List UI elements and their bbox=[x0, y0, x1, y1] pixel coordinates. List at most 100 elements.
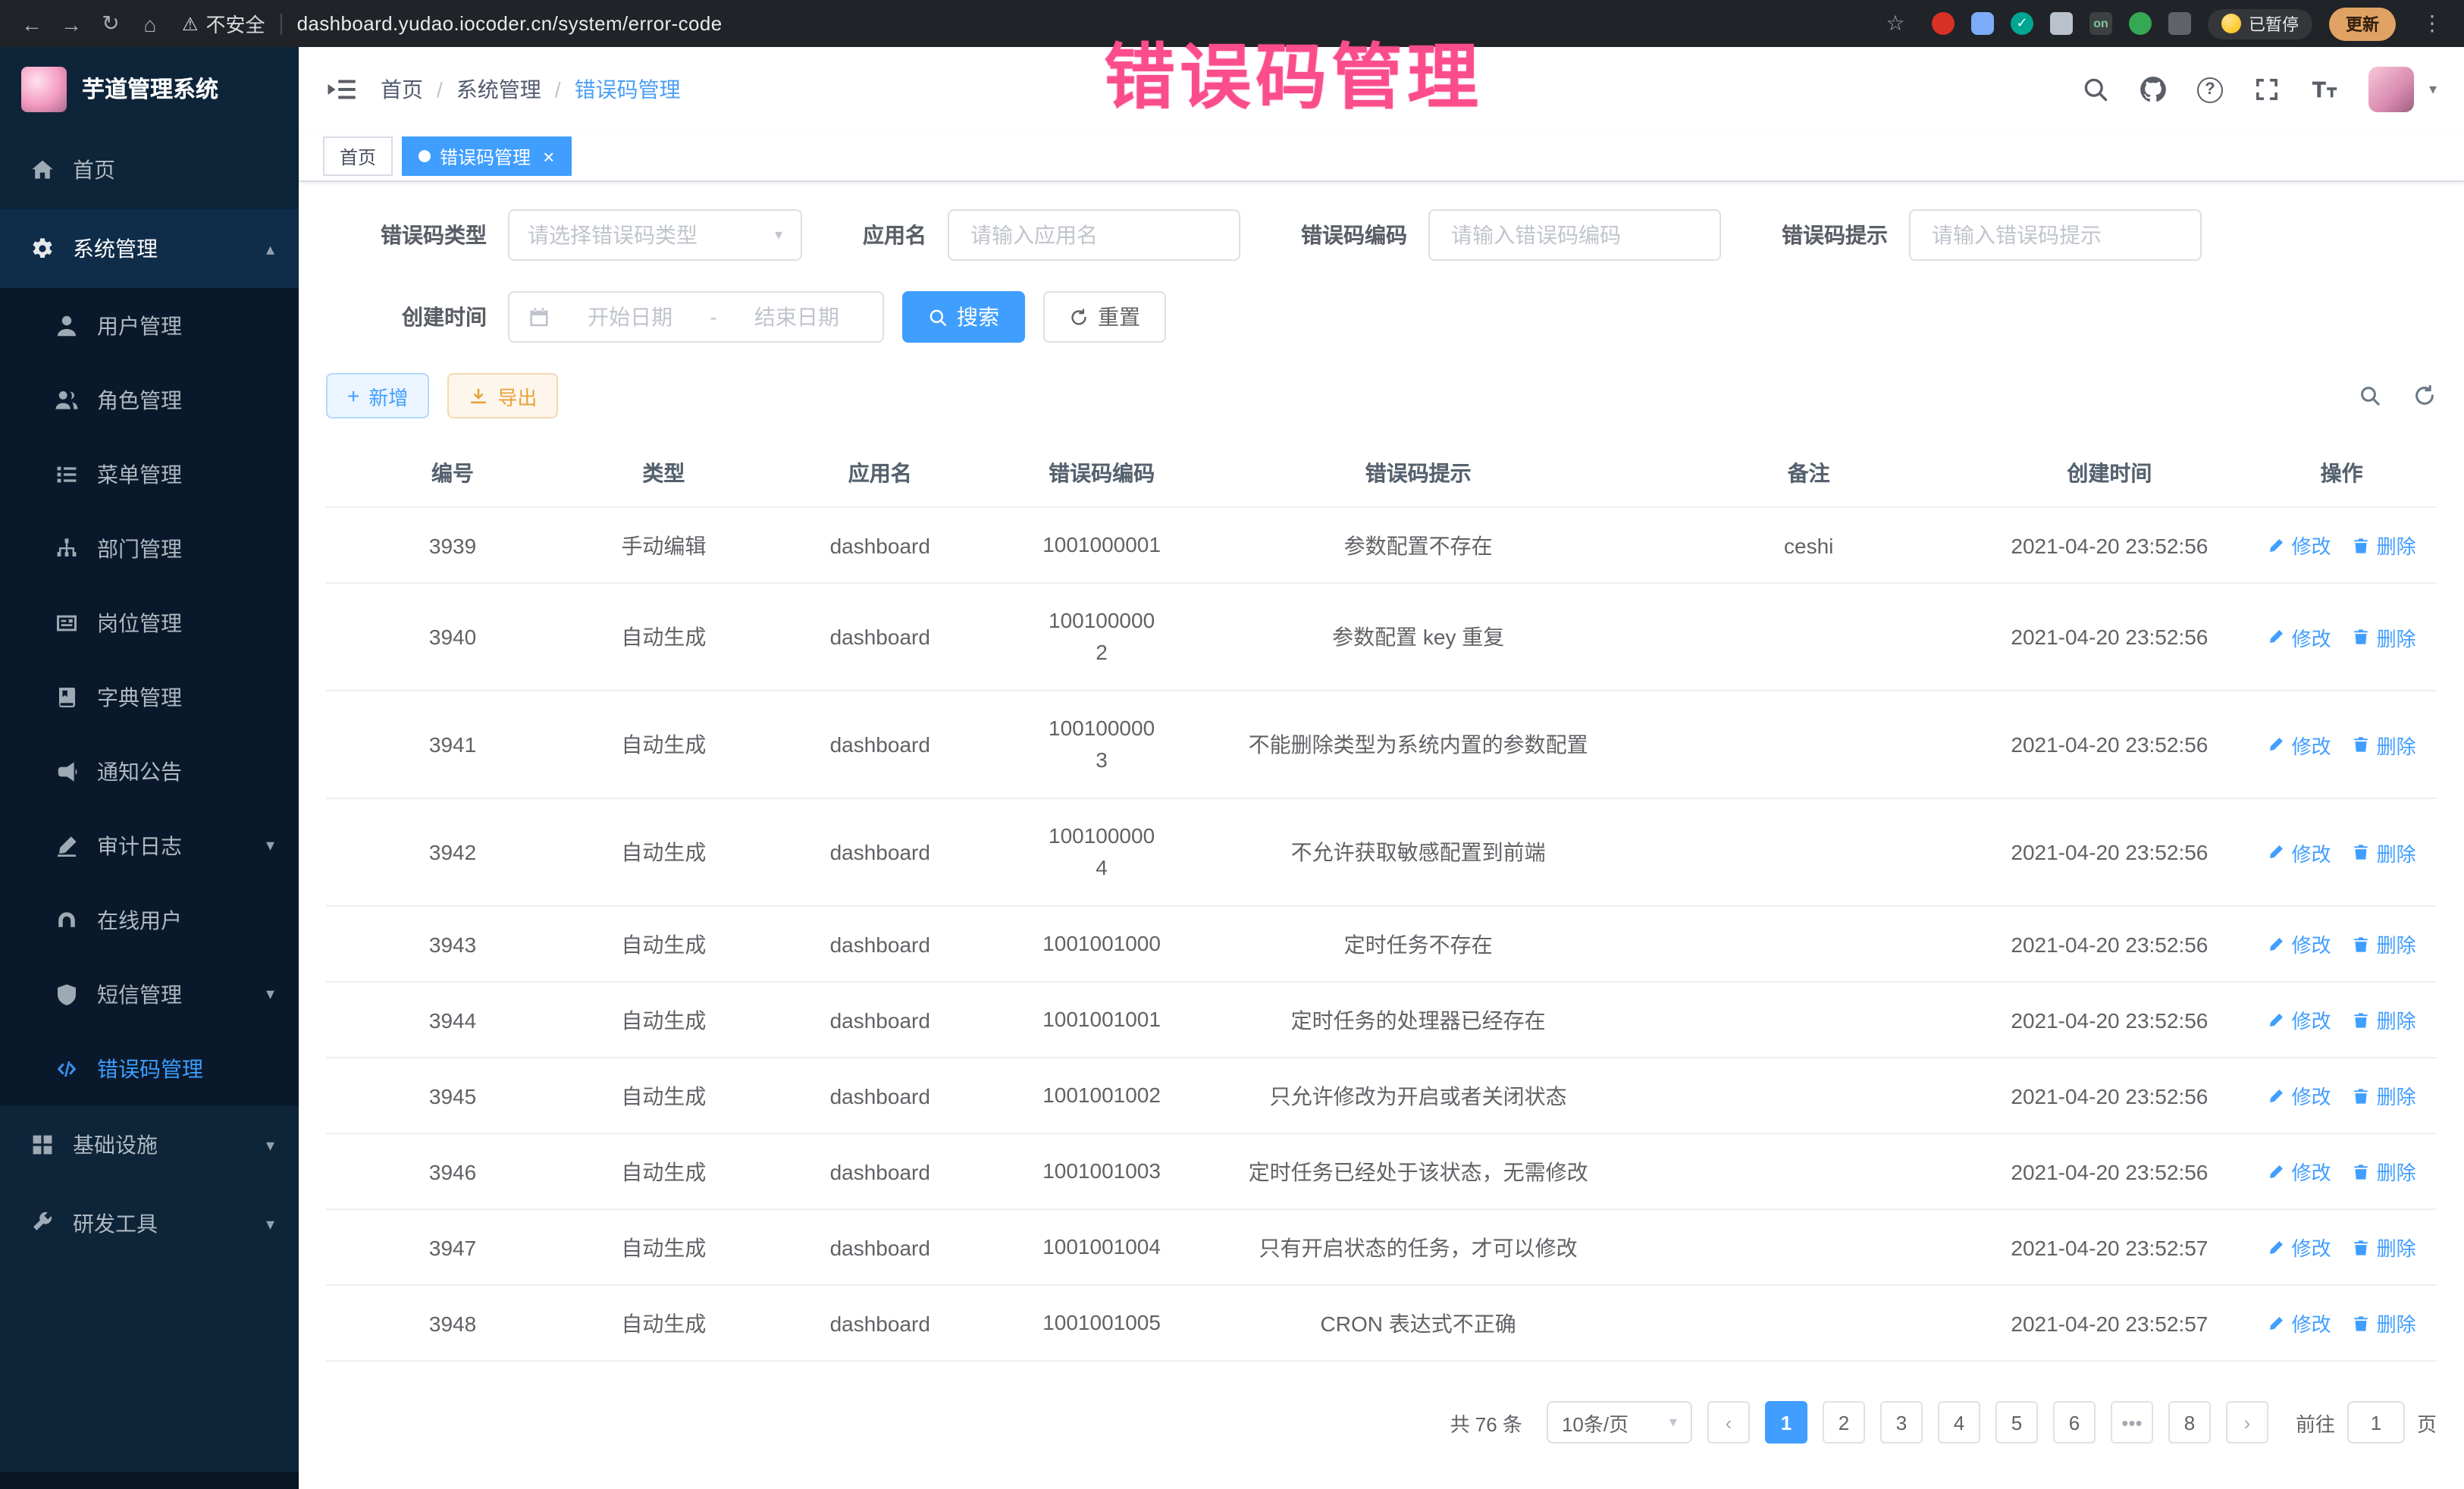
delete-link[interactable]: 删除 bbox=[2353, 1233, 2416, 1262]
sidebar-item-sms[interactable]: 短信管理▾ bbox=[0, 957, 299, 1031]
row-code: 1001001002 bbox=[1012, 1058, 1192, 1133]
edit-link[interactable]: 修改 bbox=[2268, 929, 2331, 958]
add-button[interactable]: + 新增 bbox=[326, 373, 429, 418]
browser-reload-icon[interactable]: ↻ bbox=[91, 11, 130, 36]
address-bar[interactable]: dashboard.yudao.iocoder.cn/system/error-… bbox=[297, 12, 723, 35]
row-app: dashboard bbox=[748, 1209, 1012, 1285]
next-page-button[interactable]: › bbox=[2226, 1401, 2268, 1444]
font-size-icon[interactable] bbox=[2311, 76, 2338, 103]
github-icon[interactable] bbox=[2140, 76, 2167, 103]
row-time: 2021-04-20 23:52:56 bbox=[1972, 982, 2246, 1058]
avatar-caret-icon[interactable]: ▾ bbox=[2429, 81, 2437, 98]
delete-link[interactable]: 删除 bbox=[2353, 622, 2416, 651]
page-button-3[interactable]: 3 bbox=[1880, 1401, 1923, 1444]
sidebar-item-label: 系统管理 bbox=[73, 234, 158, 264]
edit-link[interactable]: 修改 bbox=[2268, 1309, 2331, 1337]
sidebar-item-audit[interactable]: 审计日志▾ bbox=[0, 808, 299, 882]
sidebar-item-user[interactable]: 用户管理 bbox=[0, 288, 299, 362]
delete-link[interactable]: 删除 bbox=[2353, 1005, 2416, 1034]
browser-back-icon[interactable]: ← bbox=[12, 11, 52, 36]
browser-menu-kebab-icon[interactable]: ⋮ bbox=[2412, 11, 2452, 36]
sidebar-item-system[interactable]: 系统管理▴ bbox=[0, 209, 299, 288]
app-logo[interactable]: 芋道管理系统 bbox=[0, 47, 299, 130]
sidebar-item-post[interactable]: 岗位管理 bbox=[0, 585, 299, 660]
delete-label: 删除 bbox=[2377, 1005, 2416, 1034]
page-button-4[interactable]: 4 bbox=[1938, 1401, 1980, 1444]
edit-link[interactable]: 修改 bbox=[2268, 1157, 2331, 1186]
fullscreen-icon[interactable] bbox=[2253, 76, 2281, 103]
edit-label: 修改 bbox=[2292, 1309, 2331, 1337]
page-button-8[interactable]: 8 bbox=[2168, 1401, 2211, 1444]
sidebar-item-devtools[interactable]: 研发工具▾ bbox=[0, 1184, 299, 1263]
sidebar-toggle-icon[interactable] bbox=[326, 74, 356, 105]
page-button-1[interactable]: 1 bbox=[1765, 1401, 1807, 1444]
sidebar-item-notice[interactable]: 通知公告 bbox=[0, 734, 299, 808]
edit-link[interactable]: 修改 bbox=[2268, 730, 2331, 759]
extension-on-badge-icon[interactable]: on bbox=[2089, 12, 2112, 35]
edit-link[interactable]: 修改 bbox=[2268, 1081, 2331, 1110]
extension-icon[interactable] bbox=[1971, 12, 1994, 35]
delete-label: 删除 bbox=[2377, 1309, 2416, 1337]
breadcrumb-item[interactable]: 系统管理 bbox=[456, 74, 541, 105]
browser-update-button[interactable]: 更新 bbox=[2329, 7, 2396, 40]
extension-icon[interactable] bbox=[2050, 12, 2073, 35]
extension-icon[interactable] bbox=[2129, 12, 2152, 35]
edit-link[interactable]: 修改 bbox=[2268, 531, 2331, 560]
browser-home-icon[interactable]: ⌂ bbox=[130, 11, 170, 36]
breadcrumb-item[interactable]: 首页 bbox=[381, 74, 423, 105]
sidebar-item-infra[interactable]: 基础设施▾ bbox=[0, 1105, 299, 1184]
edit-link[interactable]: 修改 bbox=[2268, 1005, 2331, 1034]
date-range-picker[interactable]: 开始日期 - 结束日期 bbox=[508, 291, 884, 343]
delete-link[interactable]: 删除 bbox=[2353, 730, 2416, 759]
tab-error-code[interactable]: 错误码管理 × bbox=[402, 136, 571, 176]
user-avatar[interactable] bbox=[2368, 67, 2414, 112]
error-type-select[interactable]: 请选择错误码类型 ▾ bbox=[508, 209, 802, 261]
table-refresh-icon[interactable] bbox=[2412, 384, 2437, 408]
error-code-input[interactable] bbox=[1448, 221, 1701, 249]
edit-link[interactable]: 修改 bbox=[2268, 838, 2331, 867]
sidebar-item-dept[interactable]: 部门管理 bbox=[0, 511, 299, 585]
tab-home[interactable]: 首页 bbox=[323, 136, 393, 176]
reset-button[interactable]: 重置 bbox=[1043, 291, 1166, 343]
search-button[interactable]: 搜索 bbox=[902, 291, 1025, 343]
sidebar-item-errcode[interactable]: 错误码管理 bbox=[0, 1031, 299, 1105]
delete-link[interactable]: 删除 bbox=[2353, 1157, 2416, 1186]
search-icon[interactable] bbox=[2082, 76, 2109, 103]
profile-paused-badge[interactable]: 已暂停 bbox=[2208, 8, 2312, 39]
prev-page-button[interactable]: ‹ bbox=[1707, 1401, 1750, 1444]
filter-label: 错误码提示 bbox=[1782, 220, 1888, 250]
page-size-select[interactable]: 10条/页 ▾ bbox=[1547, 1401, 1692, 1444]
delete-link[interactable]: 删除 bbox=[2353, 838, 2416, 867]
browser-forward-icon[interactable]: → bbox=[52, 11, 91, 36]
table-search-icon[interactable] bbox=[2358, 384, 2382, 408]
delete-link[interactable]: 删除 bbox=[2353, 531, 2416, 560]
sidebar-item-dict[interactable]: 字典管理 bbox=[0, 660, 299, 734]
page-button-2[interactable]: 2 bbox=[1823, 1401, 1865, 1444]
delete-link[interactable]: 删除 bbox=[2353, 929, 2416, 958]
app-name-input[interactable] bbox=[967, 221, 1221, 249]
sidebar-item-role[interactable]: 角色管理 bbox=[0, 362, 299, 437]
page-ellipsis[interactable]: ••• bbox=[2111, 1401, 2153, 1444]
bookmark-star-icon[interactable]: ☆ bbox=[1876, 11, 1915, 36]
goto-page-input[interactable] bbox=[2347, 1401, 2405, 1444]
extension-icon[interactable] bbox=[1932, 12, 1955, 35]
row-type: 自动生成 bbox=[579, 1285, 748, 1361]
security-label[interactable]: 不安全 bbox=[206, 9, 265, 38]
tree-icon bbox=[55, 536, 79, 560]
help-icon[interactable]: ? bbox=[2197, 77, 2223, 102]
export-button[interactable]: 导出 bbox=[447, 373, 558, 418]
delete-link[interactable]: 删除 bbox=[2353, 1309, 2416, 1337]
tab-close-icon[interactable]: × bbox=[543, 146, 554, 166]
extension-icon[interactable] bbox=[2168, 12, 2191, 35]
extension-check-icon[interactable]: ✓ bbox=[2011, 12, 2033, 35]
pagination-total: 共 76 条 bbox=[1450, 1408, 1522, 1437]
sidebar-item-home[interactable]: 首页 bbox=[0, 130, 299, 209]
delete-link[interactable]: 删除 bbox=[2353, 1081, 2416, 1110]
sidebar-item-online[interactable]: 在线用户 bbox=[0, 882, 299, 957]
edit-link[interactable]: 修改 bbox=[2268, 1233, 2331, 1262]
edit-link[interactable]: 修改 bbox=[2268, 622, 2331, 651]
page-button-5[interactable]: 5 bbox=[1995, 1401, 2038, 1444]
error-hint-input[interactable] bbox=[1929, 221, 2182, 249]
page-button-6[interactable]: 6 bbox=[2053, 1401, 2096, 1444]
sidebar-item-menu[interactable]: 菜单管理 bbox=[0, 437, 299, 511]
